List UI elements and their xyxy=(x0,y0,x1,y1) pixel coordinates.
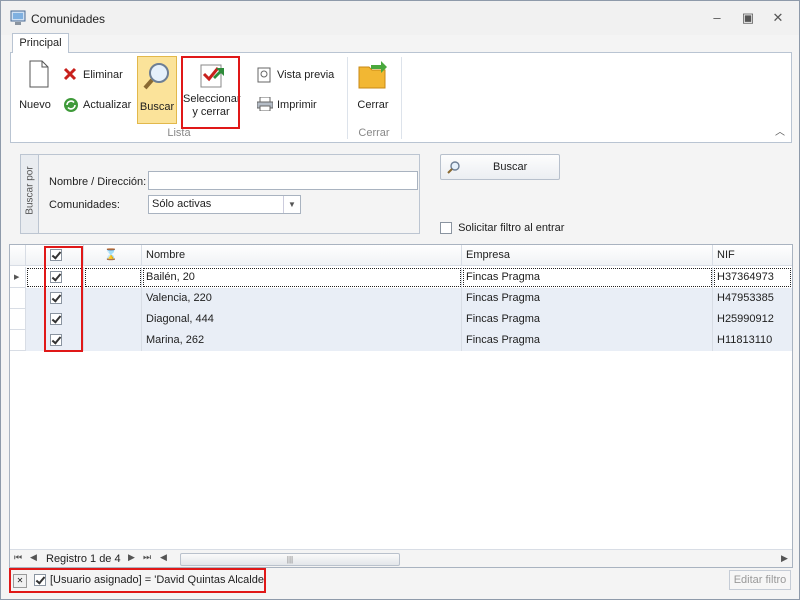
group-separator xyxy=(401,57,402,139)
window: Comunidades – ▣ ✕ Principal Nuevo Elimin… xyxy=(0,0,800,600)
actualizar-button[interactable]: Actualizar xyxy=(63,95,131,115)
folder-exit-icon xyxy=(358,61,387,89)
search-button-label: Buscar xyxy=(493,161,528,173)
table-row[interactable]: Diagonal, 444 Fincas Pragma H25990912 xyxy=(10,309,792,330)
prev-page-icon[interactable]: ◀ xyxy=(160,552,167,563)
header-indicator xyxy=(10,245,26,266)
vista-previa-label: Vista previa xyxy=(277,69,335,81)
last-record-icon[interactable]: ⏭ xyxy=(143,552,151,563)
cell-empresa[interactable]: Fincas Pragma xyxy=(462,330,713,351)
column-header-nif[interactable]: NIF xyxy=(713,245,792,266)
cell-nombre[interactable]: Diagonal, 444 xyxy=(142,309,462,330)
communities-label: Comunidades: xyxy=(49,199,120,211)
close-icon[interactable]: ✕ xyxy=(768,9,788,27)
app-icon xyxy=(10,10,26,25)
cell-nombre[interactable]: Marina, 262 xyxy=(142,330,462,351)
title-bar: Comunidades – ▣ ✕ xyxy=(1,1,799,35)
buscar-ribbon-button[interactable]: Buscar xyxy=(137,56,177,124)
filter-on-enter-label: Solicitar filtro al entrar xyxy=(458,222,565,235)
table-row[interactable]: ▶ Bailén, 20 Fincas Pragma H37364973 xyxy=(10,267,792,288)
first-record-icon[interactable]: ⏮ xyxy=(14,552,22,563)
nuevo-label: Nuevo xyxy=(19,99,51,111)
nuevo-button[interactable]: Nuevo xyxy=(15,59,55,111)
group-lista-label: Lista xyxy=(167,127,191,139)
scroll-thumb[interactable]: ||| xyxy=(180,553,400,566)
printer-icon xyxy=(257,97,273,111)
column-header-nombre[interactable]: Nombre xyxy=(142,245,462,266)
horizontal-scrollbar[interactable]: ||| ▶ xyxy=(175,553,791,566)
cerrar-button[interactable]: Cerrar xyxy=(351,59,395,121)
group-cerrar-label: Cerrar xyxy=(358,127,390,139)
grid-header: ⌛ Nombre Empresa NIF xyxy=(10,245,792,266)
table-row[interactable]: Valencia, 220 Fincas Pragma H47953385 xyxy=(10,288,792,309)
row-indicator xyxy=(10,288,26,309)
checkbox[interactable] xyxy=(440,222,452,235)
cell-nombre[interactable]: Bailén, 20 xyxy=(142,267,462,288)
vista-previa-button[interactable]: Vista previa xyxy=(257,65,334,85)
search-by-group: Buscar por Nombre / Dirección: Comunidad… xyxy=(20,154,420,234)
eliminar-label: Eliminar xyxy=(83,69,123,81)
name-input[interactable] xyxy=(148,171,418,190)
record-counter: Registro 1 de 4 xyxy=(46,553,121,565)
row-indicator xyxy=(10,330,26,351)
name-label: Nombre / Dirección: xyxy=(49,176,147,188)
row-indicator: ▶ xyxy=(10,267,26,288)
cell-empresa[interactable]: Fincas Pragma xyxy=(462,267,713,288)
new-document-icon xyxy=(29,60,49,88)
delete-icon xyxy=(63,67,77,81)
row-status-cell xyxy=(84,330,142,351)
collapse-ribbon-icon[interactable]: ︿ xyxy=(775,123,785,138)
search-panel: Buscar por Nombre / Dirección: Comunidad… xyxy=(10,144,792,242)
maximize-icon[interactable]: ▣ xyxy=(738,9,758,27)
scroll-right-icon[interactable]: ▶ xyxy=(781,553,788,564)
cell-empresa[interactable]: Fincas Pragma xyxy=(462,288,713,309)
window-title: Comunidades xyxy=(31,12,106,26)
row-indicator xyxy=(10,309,26,330)
magnifier-icon xyxy=(447,161,460,174)
hourglass-icon: ⌛ xyxy=(84,245,142,266)
cell-empresa[interactable]: Fincas Pragma xyxy=(462,309,713,330)
communities-select[interactable]: Sólo activas ▼ xyxy=(148,195,301,214)
data-grid: ⌛ Nombre Empresa NIF ▶ Bailén, 20 Fincas P… xyxy=(9,244,793,568)
cell-nif[interactable]: H11813110 xyxy=(713,330,792,351)
prev-record-icon[interactable]: ◀ xyxy=(30,552,37,563)
row-status-cell xyxy=(84,309,142,330)
minimize-icon[interactable]: – xyxy=(707,9,727,27)
imprimir-button[interactable]: Imprimir xyxy=(257,95,317,115)
preview-icon xyxy=(257,67,271,83)
next-record-icon[interactable]: ▶ xyxy=(128,552,135,563)
cell-nif[interactable]: H47953385 xyxy=(713,288,792,309)
edit-filter-button[interactable]: Editar filtro xyxy=(729,570,791,590)
highlight-box xyxy=(9,568,266,593)
record-navigator: ⏮ ◀ Registro 1 de 4 ▶ ⏭ ◀ ||| ▶ xyxy=(10,549,792,567)
search-by-label: Buscar por xyxy=(24,166,36,215)
communities-value: Sólo activas xyxy=(152,198,212,210)
chevron-down-icon[interactable]: ▼ xyxy=(283,196,300,213)
ribbon: Nuevo Eliminar Actualizar Buscar Selecci… xyxy=(10,52,792,143)
search-by-tab: Buscar por xyxy=(21,155,39,233)
cell-nif[interactable]: H37364973 xyxy=(713,267,792,288)
cell-nif[interactable]: H25990912 xyxy=(713,309,792,330)
column-header-empresa[interactable]: Empresa xyxy=(462,245,713,266)
cerrar-label: Cerrar xyxy=(357,99,389,111)
search-button[interactable]: Buscar xyxy=(440,154,560,180)
refresh-icon xyxy=(64,98,78,112)
magnifier-icon xyxy=(143,63,169,90)
table-row[interactable]: Marina, 262 Fincas Pragma H11813110 xyxy=(10,330,792,351)
row-status-cell xyxy=(84,267,142,288)
cell-nombre[interactable]: Valencia, 220 xyxy=(142,288,462,309)
highlight-box xyxy=(181,56,240,129)
eliminar-button[interactable]: Eliminar xyxy=(63,65,123,85)
row-status-cell xyxy=(84,288,142,309)
imprimir-label: Imprimir xyxy=(277,99,317,111)
buscar-label: Buscar xyxy=(139,101,175,113)
tab-principal[interactable]: Principal xyxy=(12,33,69,53)
actualizar-label: Actualizar xyxy=(83,99,132,111)
highlight-box xyxy=(44,246,83,352)
filter-on-enter-checkbox[interactable]: Solicitar filtro al entrar xyxy=(440,222,564,236)
